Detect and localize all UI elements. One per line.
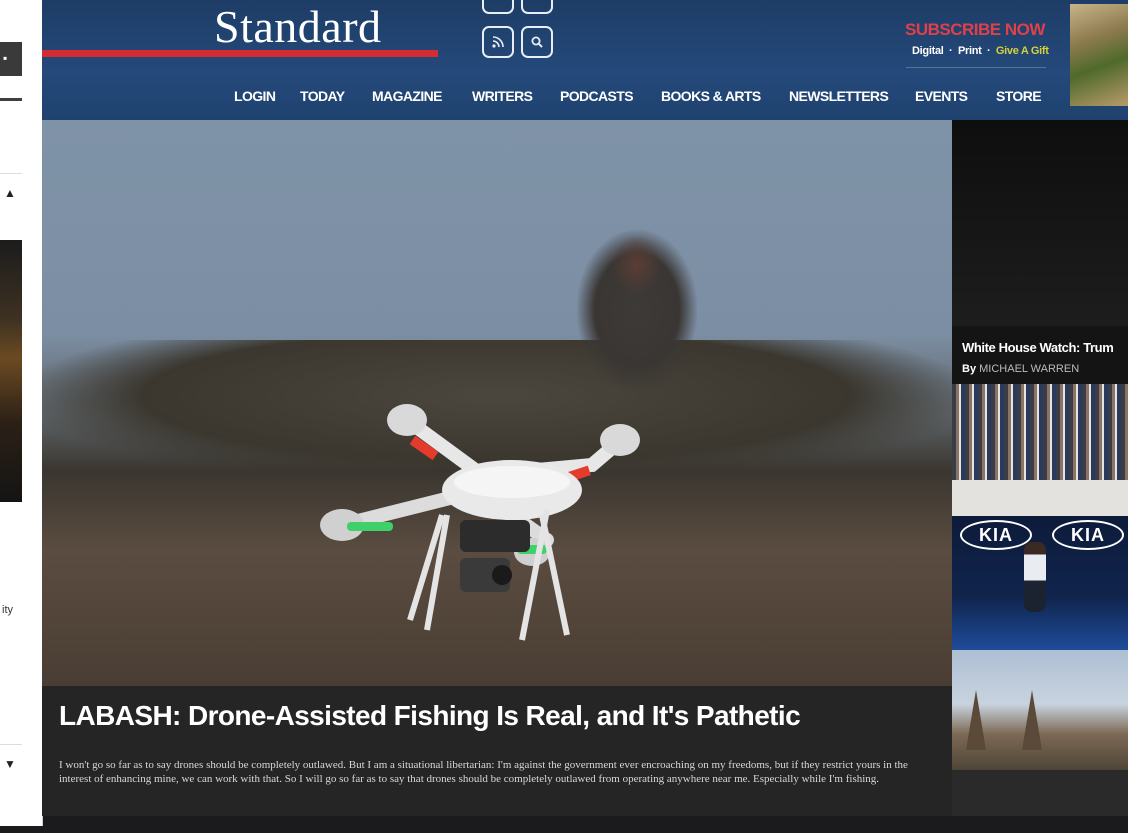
left-sidebar: ▪ ▲ ity ▼ <box>0 0 43 826</box>
rail-top-image[interactable] <box>952 120 1128 326</box>
rail-story-title[interactable]: White House Watch: Trum <box>962 340 1114 355</box>
rail-crowd-image[interactable] <box>952 384 1128 480</box>
subscribe-divider <box>906 67 1046 68</box>
rss-icon[interactable] <box>482 26 514 58</box>
rail-bottom <box>952 770 1128 816</box>
sidebar-divider <box>0 173 22 174</box>
tennis-player <box>1024 542 1046 612</box>
rail-author[interactable]: MICHAEL WARREN <box>979 363 1079 375</box>
kia-logo: KIA <box>1052 520 1124 550</box>
subscribe-options: Digital · Print · Give A Gift <box>912 45 1049 57</box>
sidebar-divider <box>0 744 22 745</box>
nav-books-arts[interactable]: BOOKS & ARTS <box>661 88 761 104</box>
hero-image[interactable] <box>42 120 952 686</box>
site-logo[interactable]: Standard <box>214 2 382 52</box>
digital-link[interactable]: Digital <box>912 45 944 57</box>
rail-byline: By MICHAEL WARREN <box>962 363 1080 375</box>
promo-thumbnail[interactable] <box>1070 4 1128 106</box>
nav-login[interactable]: LOGIN <box>234 88 276 104</box>
scroll-down-icon[interactable]: ▼ <box>4 757 16 771</box>
nav-magazine[interactable]: MAGAZINE <box>372 88 442 104</box>
nav-today[interactable]: TODAY <box>300 88 345 104</box>
castle-spire <box>1022 690 1042 750</box>
print-link[interactable]: Print <box>958 45 982 57</box>
hero-summary: I won't go so far as to say drones shoul… <box>59 759 908 785</box>
nav-events[interactable]: EVENTS <box>915 88 968 104</box>
right-rail: White House Watch: Trum By MICHAEL WARRE… <box>952 120 1128 816</box>
page-bottom-edge <box>0 826 1128 833</box>
sidebar-divider <box>0 98 22 101</box>
hero-caption: LABASH: Drone-Assisted Fishing Is Real, … <box>42 686 952 816</box>
nav-newsletters[interactable]: NEWSLETTERS <box>789 88 889 104</box>
masthead-red-bar <box>42 50 438 57</box>
rail-tennis-image[interactable]: KIA KIA <box>952 516 1128 650</box>
social-icon[interactable] <box>521 0 553 14</box>
sidebar-thumbnail[interactable] <box>0 240 22 502</box>
search-icon[interactable] <box>521 26 553 58</box>
tab-icon: ▪ <box>3 51 8 65</box>
drone-illustration <box>320 404 640 641</box>
kia-logo: KIA <box>960 520 1032 550</box>
give-a-gift-link[interactable]: Give A Gift <box>996 45 1049 57</box>
scroll-up-icon[interactable]: ▲ <box>4 186 16 200</box>
hero-headline[interactable]: LABASH: Drone-Assisted Fishing Is Real, … <box>59 700 801 732</box>
subscribe-now-link[interactable]: SUBSCRIBE NOW <box>905 20 1045 40</box>
sidebar-tab[interactable]: ▪ <box>0 42 22 76</box>
rail-spacer <box>952 480 1128 516</box>
nav-writers[interactable]: WRITERS <box>472 88 533 104</box>
sidebar-text-fragment: ity <box>2 604 13 616</box>
castle-spire <box>966 690 986 750</box>
nav-podcasts[interactable]: PODCASTS <box>560 88 634 104</box>
nav-store[interactable]: STORE <box>996 88 1042 104</box>
rail-castle-image[interactable] <box>952 650 1128 770</box>
social-icon[interactable] <box>482 0 514 14</box>
site-header: Standard SUBSCRIBE NOW Digital · Print ·… <box>42 0 1128 120</box>
